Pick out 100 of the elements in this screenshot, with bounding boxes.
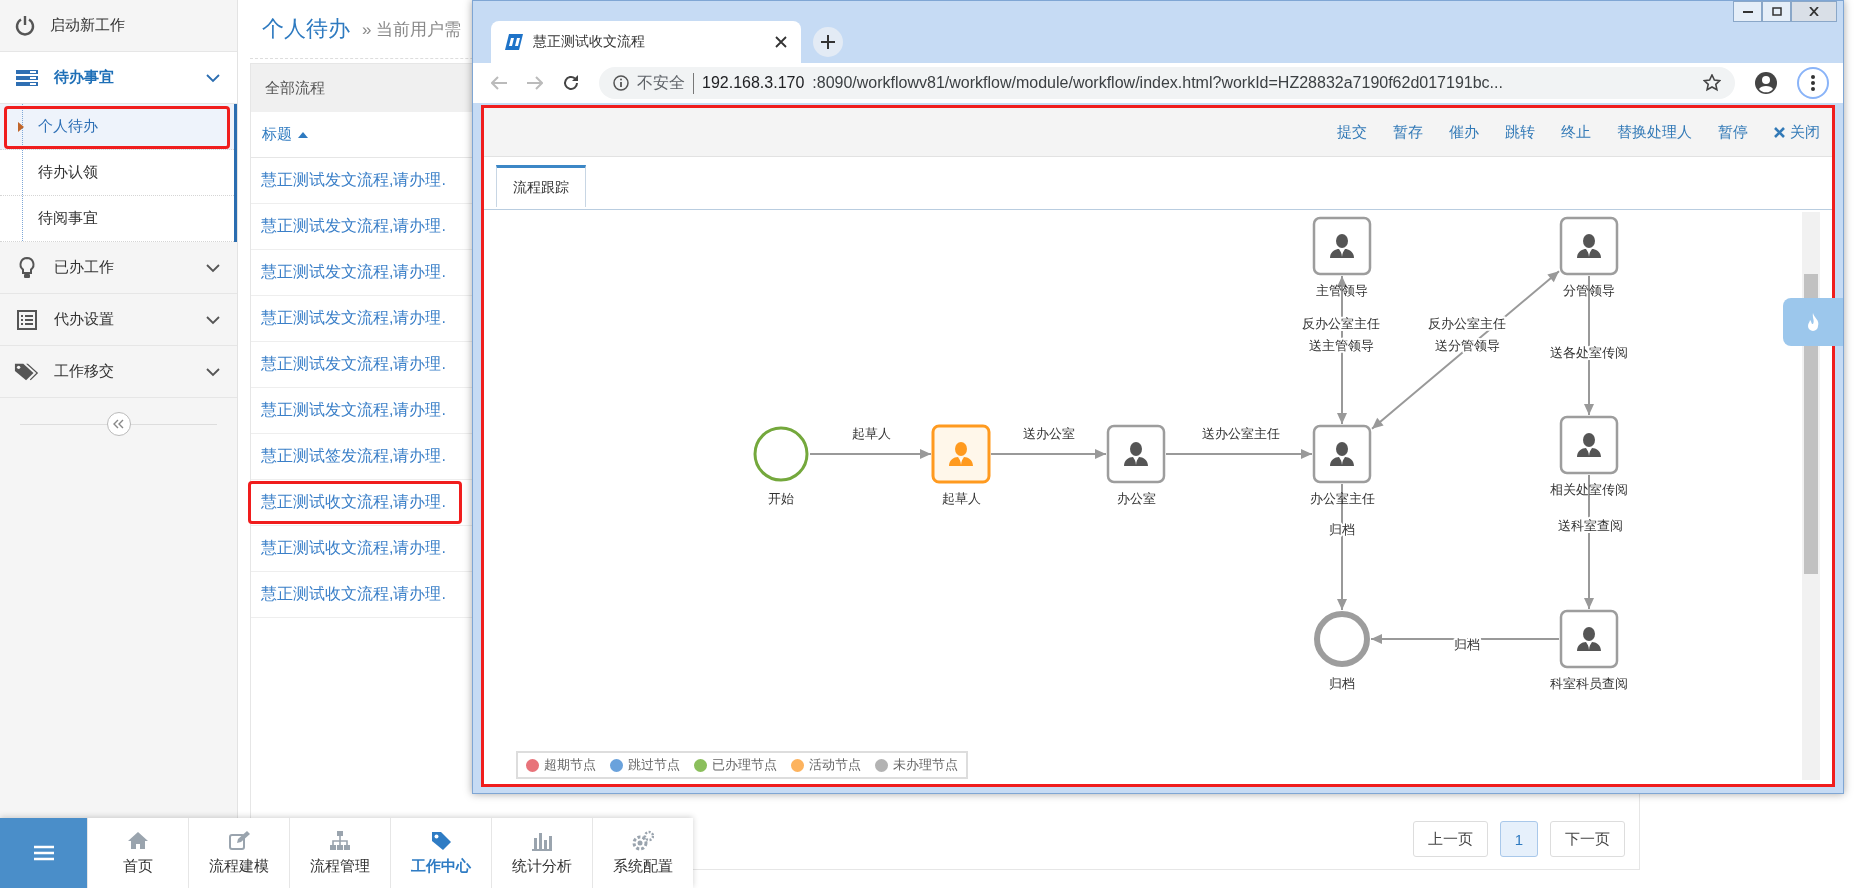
collapse-sidebar-button[interactable] bbox=[106, 412, 131, 436]
person-icon bbox=[1577, 234, 1601, 258]
new-tab-button[interactable] bbox=[813, 27, 843, 57]
breadcrumb-text: » 当前用户需 bbox=[362, 18, 462, 41]
maximize-button[interactable] bbox=[1762, 1, 1791, 22]
tab[interactable]: 流程跟踪 bbox=[496, 165, 586, 207]
edge-label: 送办公室主任 bbox=[1202, 426, 1280, 441]
chevron-down-icon bbox=[205, 261, 221, 274]
forward-arrow-icon bbox=[527, 76, 543, 90]
browser-tab[interactable]: 慧正测试收文流程 bbox=[491, 21, 801, 63]
person-icon bbox=[1577, 433, 1601, 457]
toolbar-button[interactable]: 暂存 bbox=[1393, 122, 1423, 142]
close-window-button[interactable] bbox=[1791, 1, 1837, 22]
task-link[interactable]: 慧正测试签发流程,请办理. bbox=[261, 446, 446, 467]
sidebar-item[interactable]: 个人待办 bbox=[0, 104, 234, 150]
power-icon bbox=[14, 14, 36, 37]
close-icon bbox=[1774, 126, 1785, 138]
person-icon bbox=[1330, 442, 1354, 466]
toolbar-button[interactable]: 终止 bbox=[1561, 122, 1591, 142]
caret-icon bbox=[18, 122, 24, 132]
close-icon bbox=[1809, 7, 1819, 16]
nav-item[interactable]: 流程管理 bbox=[289, 818, 390, 888]
sidebar-item[interactable]: 待办认领 bbox=[0, 150, 234, 196]
task-link[interactable]: 慧正测试收文流程,请办理. bbox=[261, 492, 446, 513]
nav-item[interactable]: 首页 bbox=[87, 818, 188, 888]
double-chevron-left-icon bbox=[112, 419, 125, 429]
task-link[interactable]: 慧正测试发文流程,请办理. bbox=[261, 308, 446, 329]
node-label: 分管领导 bbox=[1563, 283, 1615, 298]
node-label: 办公室主任 bbox=[1309, 491, 1375, 506]
tag-icon bbox=[430, 830, 452, 851]
back-arrow-icon bbox=[491, 76, 507, 90]
toolbar-button[interactable]: 替换处理人 bbox=[1617, 122, 1692, 142]
legend-label: 已办理节点 bbox=[712, 756, 777, 774]
legend-label: 未办理节点 bbox=[893, 756, 958, 774]
nav-item[interactable]: 工作中心 bbox=[390, 818, 491, 888]
list-icon bbox=[14, 68, 40, 87]
site-logo-icon bbox=[505, 33, 523, 51]
profile-icon bbox=[1755, 72, 1777, 94]
task-link[interactable]: 慧正测试收文流程,请办理. bbox=[261, 538, 446, 559]
task-link[interactable]: 慧正测试收文流程,请办理. bbox=[261, 584, 446, 605]
sidebar-item[interactable]: 待阅事宜 bbox=[0, 196, 234, 242]
person-icon bbox=[1330, 234, 1354, 258]
nav-item[interactable]: 流程建模 bbox=[188, 818, 289, 888]
edge-label: 归档 bbox=[1329, 522, 1355, 537]
sidebar-section[interactable]: 待办事宜 bbox=[0, 52, 237, 104]
edge-label: 送办公室 bbox=[1023, 426, 1075, 441]
nav-item[interactable]: 系统配置 bbox=[592, 818, 693, 888]
nav-item[interactable]: 统计分析 bbox=[491, 818, 592, 888]
task-link[interactable]: 慧正测试发文流程,请办理. bbox=[261, 216, 446, 237]
person-icon bbox=[1577, 627, 1601, 651]
task-link[interactable]: 慧正测试发文流程,请办理. bbox=[261, 400, 446, 421]
toolbar-button[interactable]: 催办 bbox=[1449, 122, 1479, 142]
sidebar-section[interactable]: 代办设置 bbox=[0, 294, 237, 346]
more-vertical-icon bbox=[1811, 75, 1815, 91]
node-label: 归档 bbox=[1329, 676, 1355, 691]
sidebar-section[interactable]: 工作移交 bbox=[0, 346, 237, 398]
node-label: 科室科员查阅 bbox=[1550, 676, 1628, 691]
scrollbar[interactable] bbox=[1802, 212, 1820, 780]
node-label: 开始 bbox=[768, 491, 794, 506]
person-icon bbox=[1124, 442, 1148, 466]
task-link[interactable]: 慧正测试发文流程,请办理. bbox=[261, 354, 446, 375]
info-icon bbox=[613, 75, 629, 91]
minimize-icon bbox=[1742, 10, 1753, 13]
legend-label: 超期节点 bbox=[544, 756, 596, 774]
next-page-button[interactable]: 下一页 bbox=[1550, 821, 1625, 857]
person-icon bbox=[949, 442, 973, 466]
edge-label: 归档 bbox=[1454, 637, 1480, 652]
edge-label: 起草人 bbox=[851, 426, 891, 441]
bar-chart-icon bbox=[531, 830, 553, 851]
url-path: :8090/workflowv81/workflow/module/workflow/index.html?workId=HZ28832a7190f62d017191bc... bbox=[812, 74, 1503, 92]
node-label: 相关处室传阅 bbox=[1550, 482, 1628, 497]
toolbar-button[interactable]: 提交 bbox=[1337, 122, 1367, 142]
prev-page-button[interactable]: 上一页 bbox=[1412, 821, 1488, 857]
toolbar-button[interactable]: 暂停 bbox=[1718, 122, 1748, 142]
minimize-button[interactable] bbox=[1733, 1, 1762, 22]
org-chart-icon bbox=[329, 830, 351, 851]
close-button[interactable]: 关闭 bbox=[1774, 122, 1820, 142]
edge-label: 送各处室传阅 bbox=[1550, 345, 1628, 360]
close-icon bbox=[775, 36, 787, 48]
edge-label: 反办公室主任 送主管领导 bbox=[1302, 316, 1380, 353]
reload-icon bbox=[563, 75, 579, 91]
page-number-button[interactable]: 1 bbox=[1499, 821, 1538, 857]
legend-label: 活动节点 bbox=[809, 756, 861, 774]
sidebar-section[interactable]: 已办工作 bbox=[0, 242, 237, 294]
checklist-icon bbox=[14, 309, 40, 330]
task-link[interactable]: 慧正测试发文流程,请办理. bbox=[261, 262, 446, 283]
url-host: 192.168.3.170 bbox=[702, 74, 805, 92]
node-label: 办公室 bbox=[1116, 491, 1156, 506]
column-header[interactable]: 标题 bbox=[251, 112, 470, 157]
plus-icon bbox=[821, 35, 835, 49]
chevron-down-icon bbox=[205, 71, 221, 84]
task-link[interactable]: 慧正测试发文流程,请办理. bbox=[261, 170, 446, 191]
pencil-square-icon bbox=[228, 830, 250, 851]
maximize-icon bbox=[1771, 7, 1782, 16]
flame-icon bbox=[1806, 313, 1820, 331]
chevron-down-icon bbox=[205, 365, 221, 378]
star-icon bbox=[1703, 74, 1721, 92]
toolbar-button[interactable]: 跳转 bbox=[1505, 122, 1535, 142]
address-bar[interactable]: 不安全 192.168.3.170 :8090/workflowv81/workflow/module/workflow/index.html?workId=HZ28832a7190f62d017191bc... bbox=[599, 67, 1735, 99]
browser-menu-button[interactable] bbox=[1797, 67, 1829, 99]
